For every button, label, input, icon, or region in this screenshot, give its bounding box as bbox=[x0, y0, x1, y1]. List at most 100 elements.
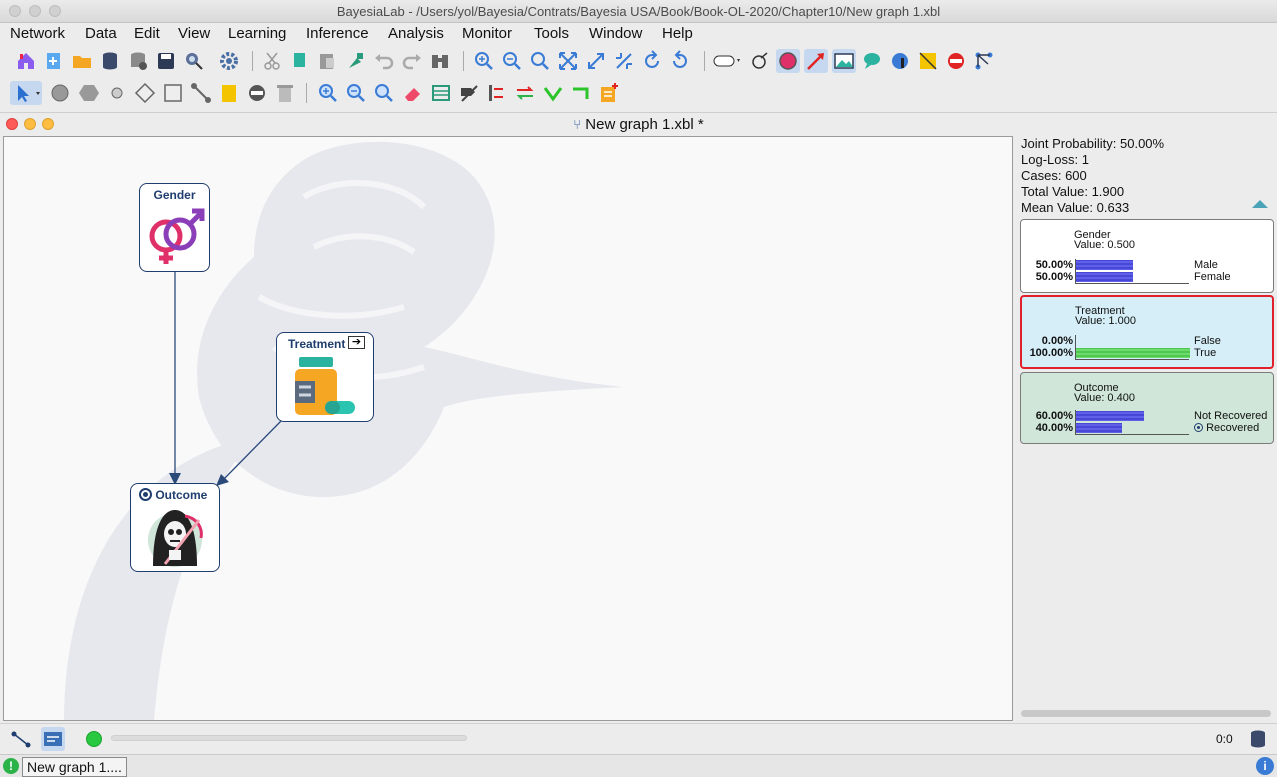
graph-canvas[interactable]: Gender Treatment ➔ Outcome bbox=[3, 136, 1013, 721]
state-percent: 50.00% bbox=[1035, 271, 1073, 283]
arc-icon[interactable] bbox=[804, 49, 828, 73]
swap-icon[interactable] bbox=[513, 81, 537, 105]
menu-inference[interactable]: Inference bbox=[306, 25, 369, 42]
menu-learning[interactable]: Learning bbox=[228, 25, 286, 42]
redo-icon[interactable] bbox=[400, 49, 424, 73]
square-node-icon[interactable] bbox=[161, 81, 185, 105]
menu-window[interactable]: Window bbox=[589, 25, 642, 42]
monitor-horizontal-scrollbar[interactable] bbox=[1021, 710, 1271, 717]
warning-status-icon[interactable]: ! bbox=[3, 758, 19, 774]
zoom-fit-select-icon[interactable] bbox=[372, 81, 396, 105]
image-icon[interactable] bbox=[832, 49, 856, 73]
zoom-in-icon[interactable] bbox=[472, 49, 496, 73]
zoom-in-select-icon[interactable] bbox=[316, 81, 340, 105]
state-label: Not Recovered bbox=[1194, 410, 1268, 422]
monitor-gender[interactable]: Gender Value: 0.500 50.00% Male 50.00% F… bbox=[1020, 219, 1274, 293]
state-label-text: Recovered bbox=[1206, 422, 1260, 434]
info-globe-icon[interactable] bbox=[888, 49, 912, 73]
decision-arrow-icon[interactable]: ➔ bbox=[348, 336, 365, 349]
database-icon[interactable] bbox=[98, 49, 122, 73]
target-icon bbox=[139, 488, 152, 501]
title-bar: BayesiaLab - /Users/yol/Bayesia/Contrats… bbox=[0, 0, 1277, 23]
corner-icon[interactable] bbox=[569, 81, 593, 105]
node-style-icon[interactable] bbox=[712, 49, 742, 73]
document-title: ⑂ New graph 1.xbl * bbox=[0, 116, 1277, 133]
menu-data[interactable]: Data bbox=[85, 25, 117, 42]
monitor-gender-value: Value: 0.500 bbox=[1074, 239, 1135, 251]
fit-window-icon[interactable] bbox=[556, 49, 580, 73]
settings-gear-icon[interactable] bbox=[217, 49, 241, 73]
undo-icon[interactable] bbox=[372, 49, 396, 73]
arc-tool-icon[interactable] bbox=[189, 81, 213, 105]
expand-icon[interactable] bbox=[584, 49, 608, 73]
home-icon[interactable] bbox=[14, 49, 38, 73]
network-statistics: Joint Probability: 50.00% Log-Loss: 1 Ca… bbox=[1021, 136, 1164, 216]
open-folder-icon[interactable] bbox=[70, 49, 94, 73]
binoculars-icon[interactable] bbox=[428, 49, 452, 73]
network-graph-icon[interactable] bbox=[972, 49, 996, 73]
toolbar-separator bbox=[463, 51, 464, 71]
zoom-out-select-icon[interactable] bbox=[344, 81, 368, 105]
selection-arrow-icon[interactable] bbox=[10, 81, 42, 105]
database-export-icon[interactable] bbox=[126, 49, 150, 73]
node-treatment-label: Treatment bbox=[288, 337, 346, 351]
note-tool-icon[interactable] bbox=[217, 81, 241, 105]
cut-icon[interactable] bbox=[261, 49, 285, 73]
graph-mode-icon[interactable] bbox=[9, 727, 33, 751]
circle-node-icon[interactable] bbox=[48, 81, 72, 105]
collapse-triangle-icon[interactable] bbox=[1252, 200, 1268, 208]
menu-tools[interactable]: Tools bbox=[534, 25, 569, 42]
console-mode-icon[interactable] bbox=[41, 727, 65, 751]
menu-network[interactable]: Network bbox=[10, 25, 65, 42]
disconnect-icon[interactable] bbox=[457, 81, 481, 105]
align-icon[interactable] bbox=[485, 81, 509, 105]
total-value: Total Value: 1.900 bbox=[1021, 184, 1125, 199]
menu-monitor[interactable]: Monitor bbox=[462, 25, 512, 42]
main-toolbar bbox=[0, 45, 1277, 77]
rotate-right-icon[interactable] bbox=[668, 49, 692, 73]
trash-icon[interactable] bbox=[273, 81, 297, 105]
format-brush-icon[interactable] bbox=[344, 49, 368, 73]
new-network-icon[interactable] bbox=[42, 49, 66, 73]
monitor-row: 50.00% Male bbox=[1021, 259, 1275, 271]
monitor-treatment[interactable]: Treatment Value: 1.000 0.00% False 100.0… bbox=[1020, 295, 1274, 369]
hexagon-node-icon[interactable] bbox=[77, 81, 101, 105]
add-note-icon[interactable] bbox=[597, 81, 621, 105]
zoom-out-icon[interactable] bbox=[500, 49, 524, 73]
small-node-icon[interactable] bbox=[105, 81, 129, 105]
menu-view[interactable]: View bbox=[178, 25, 210, 42]
menu-edit[interactable]: Edit bbox=[134, 25, 160, 42]
toolbar-separator bbox=[704, 51, 705, 71]
info-icon[interactable]: i bbox=[1256, 757, 1274, 775]
database-status-icon[interactable] bbox=[1246, 727, 1270, 751]
check-icon[interactable] bbox=[541, 81, 565, 105]
menu-help[interactable]: Help bbox=[662, 25, 693, 42]
monitor-outcome[interactable]: Outcome Value: 0.400 60.00% Not Recovere… bbox=[1020, 372, 1274, 444]
paste-icon[interactable] bbox=[315, 49, 339, 73]
zoom-fit-icon[interactable] bbox=[528, 49, 552, 73]
node-gender[interactable]: Gender bbox=[139, 183, 210, 272]
menu-analysis[interactable]: Analysis bbox=[388, 25, 444, 42]
remove-icon[interactable] bbox=[245, 81, 269, 105]
inspect-icon[interactable] bbox=[182, 49, 206, 73]
note-icon[interactable] bbox=[916, 49, 940, 73]
decision-node-icon[interactable] bbox=[133, 81, 157, 105]
delete-forbid-icon[interactable] bbox=[944, 49, 968, 73]
copy-icon[interactable] bbox=[287, 49, 311, 73]
eraser-icon[interactable] bbox=[401, 81, 425, 105]
table-icon[interactable] bbox=[429, 81, 453, 105]
bar-baseline bbox=[1075, 359, 1189, 360]
state-label: Male bbox=[1194, 259, 1218, 271]
save-icon[interactable] bbox=[154, 49, 178, 73]
node-treatment[interactable]: Treatment ➔ bbox=[276, 332, 374, 422]
network-file-icon: ⑂ bbox=[573, 117, 582, 132]
monitor-circle-icon[interactable] bbox=[776, 49, 800, 73]
probability-bar bbox=[1076, 348, 1190, 358]
monitor-treatment-value: Value: 1.000 bbox=[1075, 315, 1136, 327]
node-outcome[interactable]: Outcome bbox=[130, 483, 220, 572]
rotate-left-icon[interactable] bbox=[640, 49, 664, 73]
taskbar-item-new-graph[interactable]: New graph 1.... bbox=[22, 757, 127, 777]
node-display-icon[interactable] bbox=[748, 49, 772, 73]
shrink-icon[interactable] bbox=[612, 49, 636, 73]
comment-icon[interactable] bbox=[860, 49, 884, 73]
